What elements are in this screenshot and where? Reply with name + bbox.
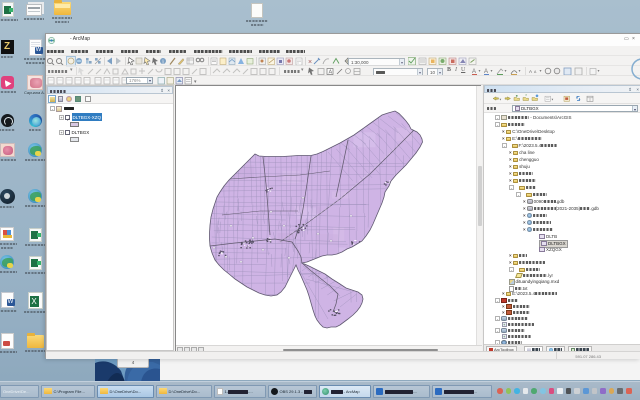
svg-text:▾: ▾ — [491, 68, 493, 73]
svg-text:▾: ▾ — [500, 97, 502, 101]
svg-text:▾: ▾ — [552, 97, 554, 101]
svg-text:▾: ▾ — [479, 68, 481, 73]
svg-text:A: A — [534, 70, 537, 74]
svg-text:A: A — [529, 69, 532, 74]
svg-text:▾: ▾ — [598, 68, 600, 73]
svg-text:▾: ▾ — [540, 68, 542, 73]
svg-text:▾: ▾ — [505, 68, 507, 73]
svg-text:▾: ▾ — [519, 68, 521, 73]
